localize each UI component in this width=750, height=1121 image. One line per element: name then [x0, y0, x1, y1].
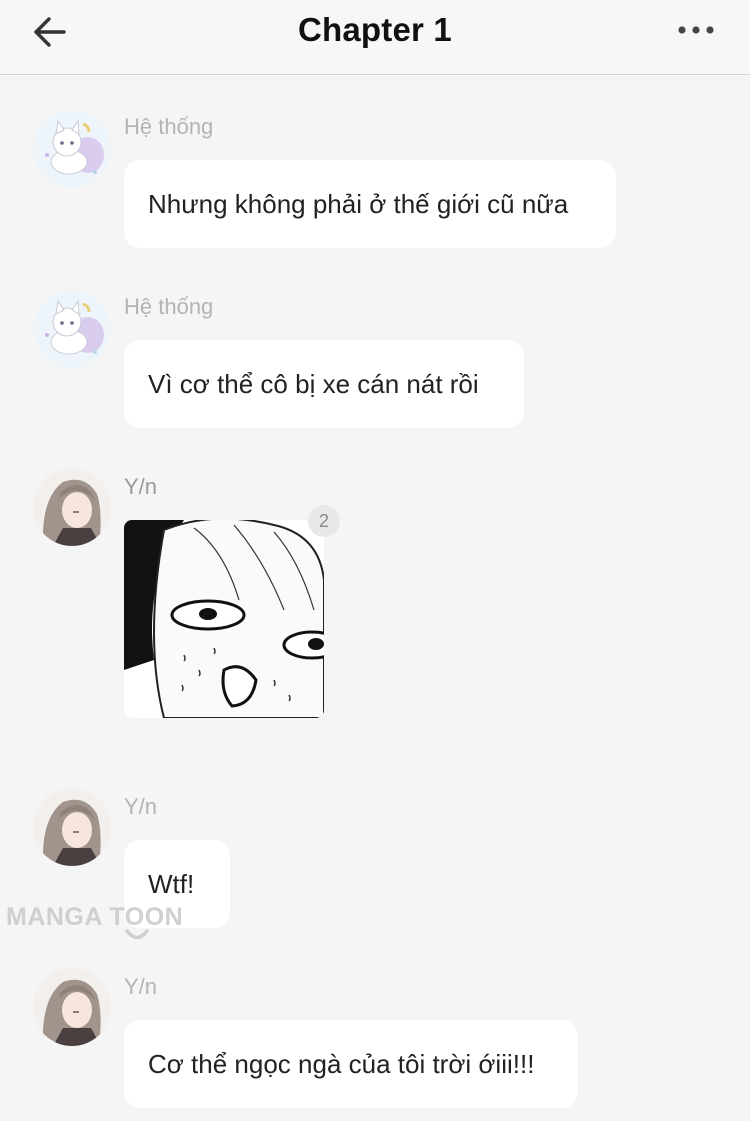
page-title: Chapter 1	[297, 11, 452, 48]
message-text: Wtf!	[148, 868, 195, 899]
sender-name: Hệ thống	[124, 294, 214, 319]
watermark-text: MANGA TOON	[6, 903, 184, 931]
cat-avatar-image	[33, 290, 111, 368]
message-text: Nhưng không phải ở thế giới cũ nữa	[148, 188, 569, 219]
smile-icon	[125, 929, 149, 940]
cat-avatar-image	[33, 110, 111, 188]
sender-name: Hệ thống	[124, 114, 214, 139]
girl-avatar[interactable]	[33, 468, 111, 546]
message-bubble[interactable]: Nhưng không phải ở thế giới cũ nữa	[124, 160, 616, 248]
girl-avatar-image	[33, 468, 111, 546]
message-text: Vì cơ thể cô bị xe cán nát rồi	[148, 368, 479, 399]
sender-name: Y/n	[124, 794, 158, 819]
sender-name: Y/n	[124, 974, 158, 999]
message-bubble[interactable]: Vì cơ thể cô bị xe cán nát rồi	[124, 340, 524, 428]
girl-avatar[interactable]	[33, 788, 111, 866]
image-count-badge: 2	[308, 505, 340, 537]
more-horizontal-icon	[678, 26, 714, 34]
girl-avatar[interactable]	[33, 968, 111, 1046]
watermark-logo: MANGA TOON	[6, 903, 183, 932]
message-text: Cơ thể ngọc ngà của tôi trời ớiii!!!	[148, 1048, 535, 1079]
girl-avatar-image	[33, 788, 111, 866]
manga-image-message[interactable]	[124, 520, 324, 718]
message-bubble[interactable]: Cơ thể ngọc ngà của tôi trời ớiii!!!	[124, 1020, 578, 1108]
cat-avatar[interactable]	[33, 290, 111, 368]
sender-name: Y/n	[124, 474, 158, 499]
girl-avatar-image	[33, 968, 111, 1046]
top-bar: Chapter 1	[0, 0, 750, 75]
cat-avatar[interactable]	[33, 110, 111, 188]
more-options-button[interactable]	[672, 12, 720, 48]
manga-panel-image	[124, 520, 324, 718]
